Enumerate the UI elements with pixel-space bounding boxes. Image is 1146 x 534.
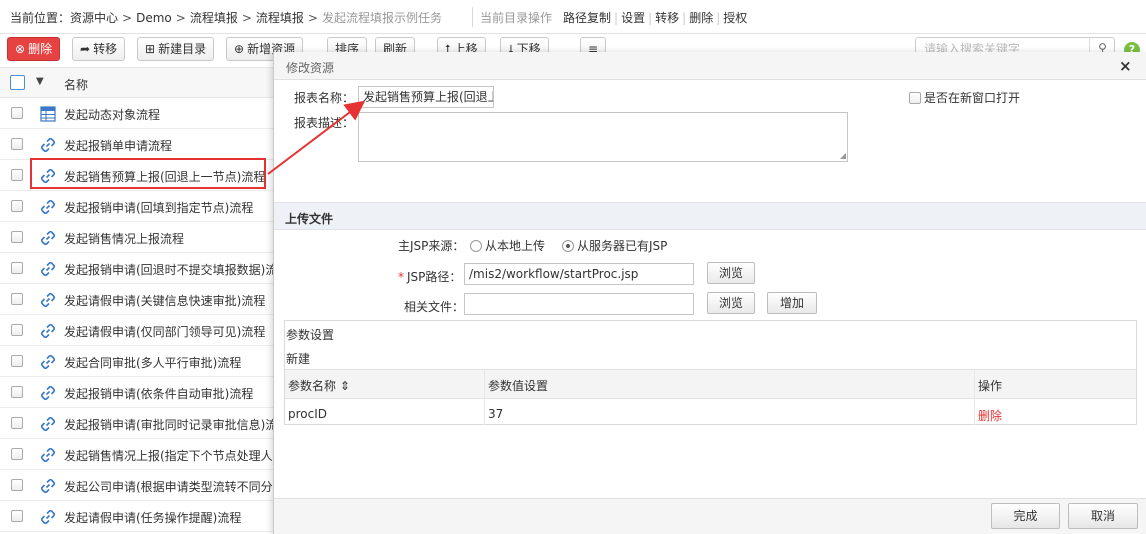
pointer-arrow <box>267 100 366 175</box>
